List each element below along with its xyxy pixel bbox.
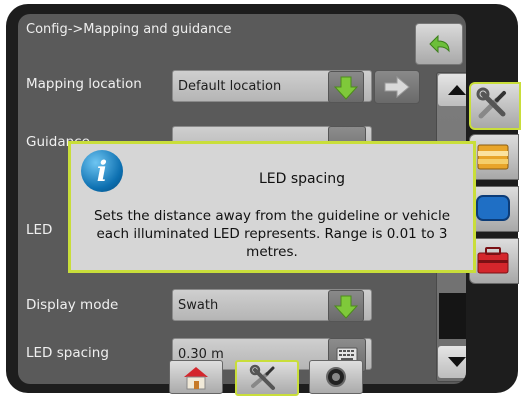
bottom-navigation xyxy=(169,360,364,396)
tab-configuration[interactable] xyxy=(469,82,521,130)
audio-button[interactable] xyxy=(309,360,363,394)
tab-data[interactable] xyxy=(469,134,519,180)
info-popup[interactable]: i LED spacing Sets the distance away fro… xyxy=(68,141,476,273)
speaker-icon xyxy=(326,367,346,387)
home-button[interactable] xyxy=(169,360,223,394)
green-down-arrow-icon xyxy=(333,76,359,100)
scroll-down-button[interactable] xyxy=(438,346,466,378)
device-frame: Config->Mapping and guidance Mapping loc… xyxy=(6,4,521,396)
scroll-up-button[interactable] xyxy=(438,74,466,106)
led-spacing-label: LED spacing xyxy=(26,345,109,361)
next-button[interactable] xyxy=(374,70,420,104)
blue-panel-icon xyxy=(476,195,510,221)
configuration-button[interactable] xyxy=(235,360,299,396)
mapping-location-label: Mapping location xyxy=(26,76,142,92)
mapping-location-download-button[interactable] xyxy=(328,71,364,103)
page-title: Config->Mapping and guidance xyxy=(26,22,232,37)
tab-display[interactable] xyxy=(469,186,519,232)
back-button[interactable] xyxy=(415,23,463,65)
popup-title: LED spacing xyxy=(259,171,345,187)
title-bar: Config->Mapping and guidance xyxy=(18,14,466,54)
display-mode-label: Display mode xyxy=(26,297,119,313)
tools-icon xyxy=(249,364,275,390)
toolbox-icon xyxy=(477,247,509,274)
back-arrow-icon xyxy=(429,34,450,54)
tools-icon xyxy=(476,87,506,119)
triangle-up-icon xyxy=(448,85,466,95)
triangle-down-icon xyxy=(448,357,466,367)
folder-icon xyxy=(477,144,509,170)
scroll-thumb[interactable] xyxy=(439,293,466,339)
popup-body: Sets the distance away from the guidelin… xyxy=(93,208,451,260)
green-down-arrow-icon xyxy=(333,295,359,319)
display-mode-download-button[interactable] xyxy=(328,290,364,322)
home-icon xyxy=(184,367,208,390)
tab-tools[interactable] xyxy=(469,238,519,284)
right-arrow-icon xyxy=(384,75,410,99)
led-label: LED xyxy=(26,222,53,238)
